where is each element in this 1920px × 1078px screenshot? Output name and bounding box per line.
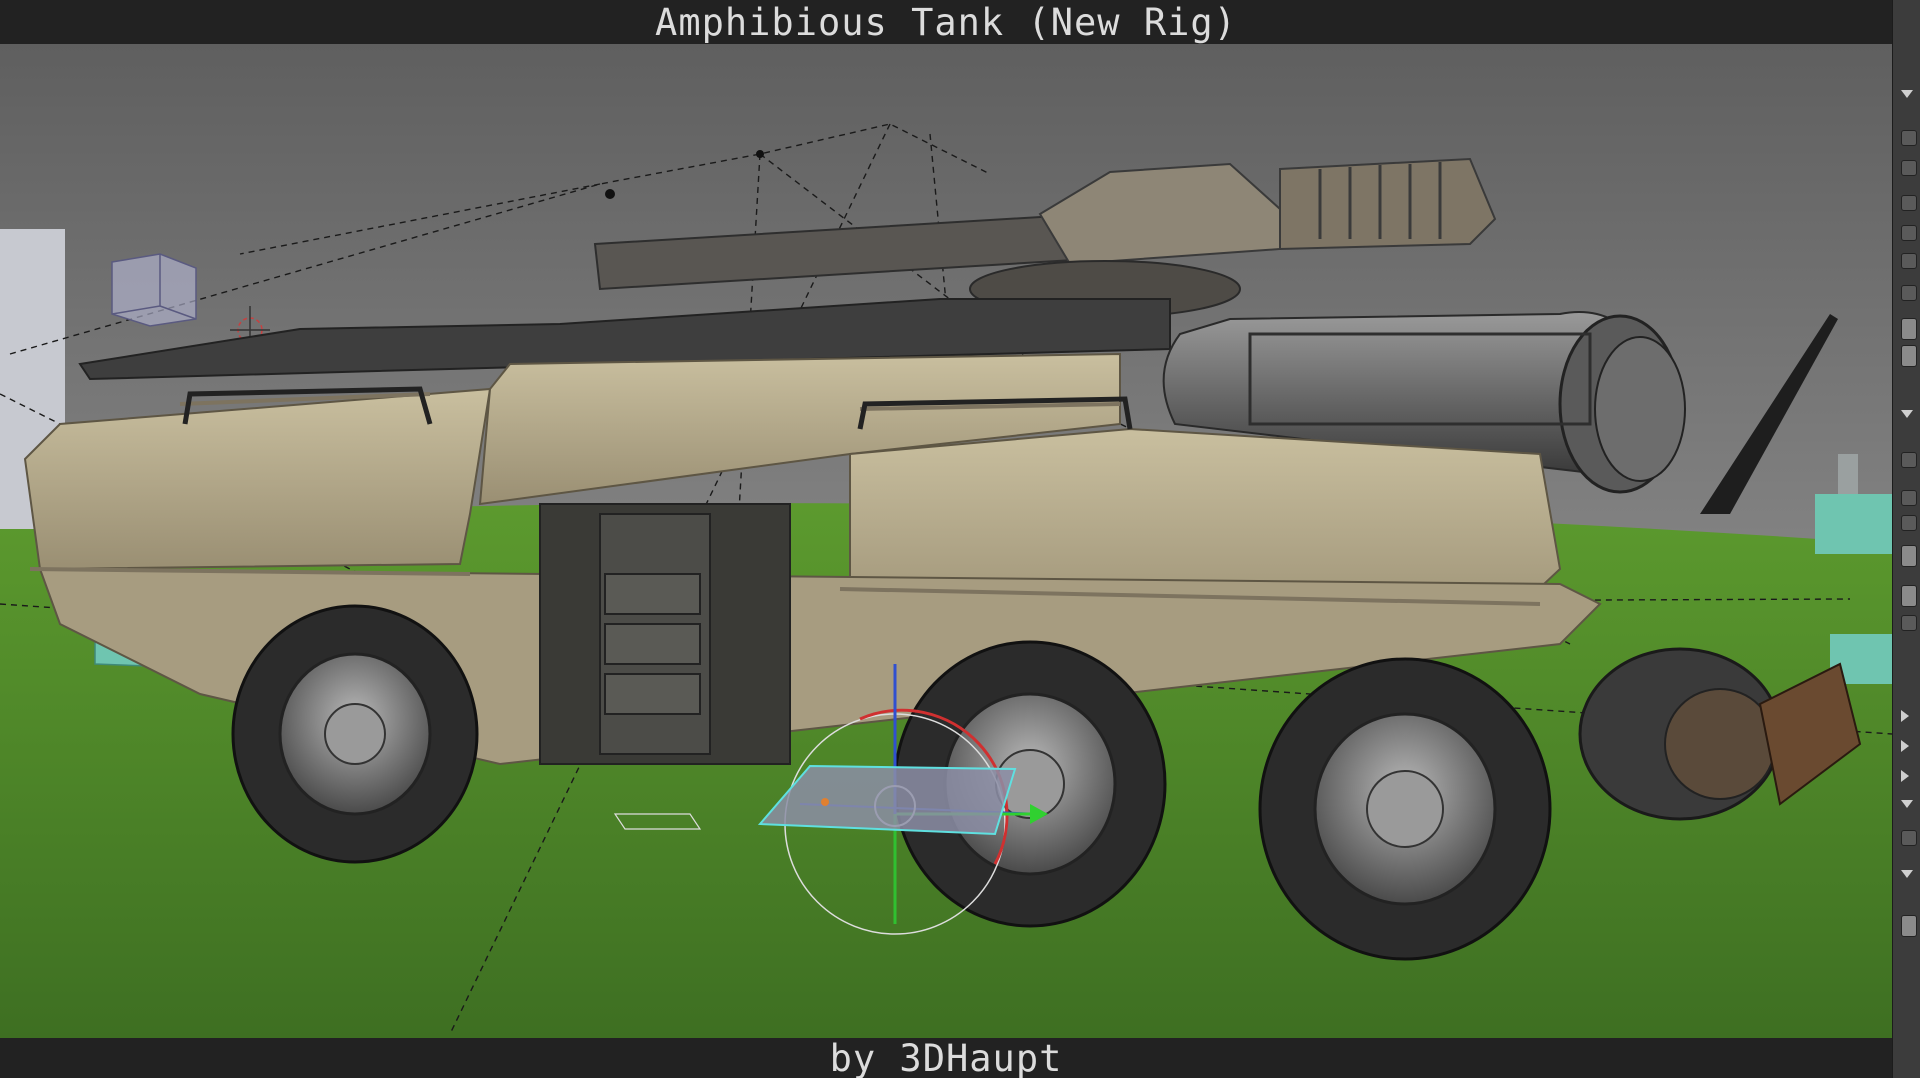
3d-viewport[interactable] [0, 44, 1892, 1038]
sidebar-check[interactable] [1901, 130, 1917, 146]
credit-bar: by 3DHaupt [0, 1036, 1892, 1078]
video-title: Amphibious Tank (New Rig) [655, 0, 1237, 44]
light-object[interactable] [111, 253, 197, 327]
sidebar-check[interactable] [1901, 452, 1917, 468]
bg-pillar [1838, 454, 1858, 494]
sidebar-check[interactable] [1901, 830, 1917, 846]
sidebar-button[interactable] [1901, 345, 1917, 367]
sidebar-arrow-down-icon[interactable] [1901, 410, 1913, 418]
sidebar-arrow-down-icon[interactable] [1901, 800, 1913, 808]
properties-sidebar[interactable] [1892, 0, 1920, 1078]
sidebar-check[interactable] [1901, 515, 1917, 531]
sidebar-button[interactable] [1901, 915, 1917, 937]
sidebar-check[interactable] [1901, 253, 1917, 269]
app-window: Amphibious Tank (New Rig) by 3DHaupt [0, 0, 1920, 1078]
turret-rear [1279, 157, 1497, 251]
sidebar-button[interactable] [1901, 318, 1917, 340]
wheel-front [231, 604, 479, 864]
bone-joint[interactable] [756, 150, 764, 158]
sidebar-button[interactable] [1901, 545, 1917, 567]
video-credit: by 3DHaupt [829, 1036, 1063, 1078]
wheel-rear [1258, 657, 1552, 961]
sidebar-arrow-right-icon[interactable] [1901, 740, 1909, 752]
title-bar: Amphibious Tank (New Rig) [0, 0, 1892, 44]
sidebar-check[interactable] [1901, 490, 1917, 506]
bone-joint[interactable] [605, 189, 615, 199]
sidebar-arrow-right-icon[interactable] [1901, 710, 1909, 722]
sidebar-arrow-down-icon[interactable] [1901, 90, 1913, 98]
sidebar-check[interactable] [1901, 160, 1917, 176]
sidebar-arrow-right-icon[interactable] [1901, 770, 1909, 782]
sidebar-arrow-down-icon[interactable] [1901, 870, 1913, 878]
sidebar-check[interactable] [1901, 285, 1917, 301]
sidebar-check[interactable] [1901, 195, 1917, 211]
sidebar-check[interactable] [1901, 615, 1917, 631]
sidebar-button[interactable] [1901, 585, 1917, 607]
sidebar-check[interactable] [1901, 225, 1917, 241]
bg-control-box-right [1815, 494, 1892, 554]
viewport-canvas[interactable] [0, 44, 1892, 1038]
